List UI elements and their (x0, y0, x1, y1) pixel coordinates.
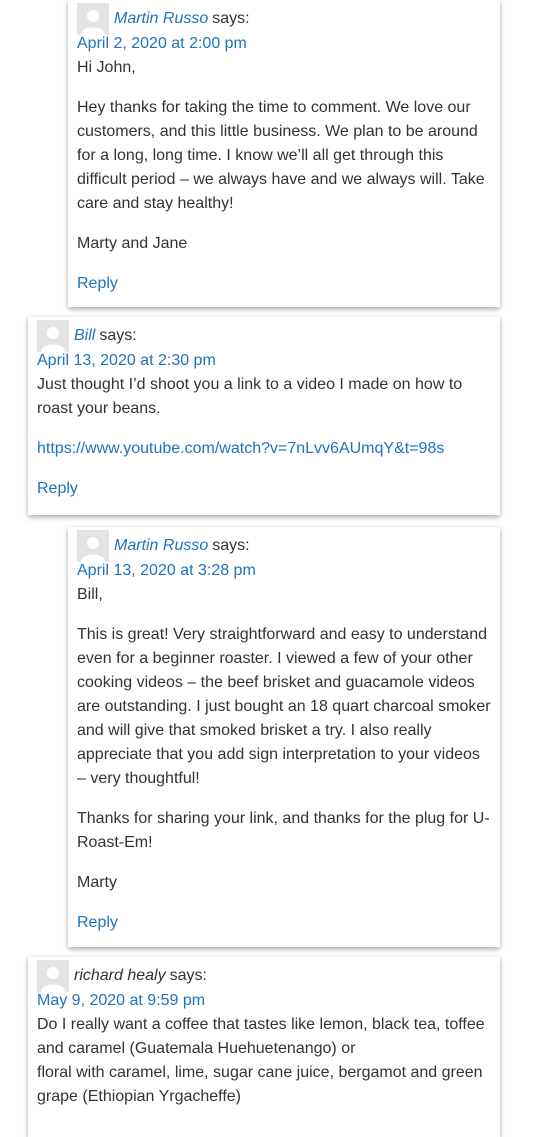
comment-card: Bill says: April 13, 2020 at 2:30 pm Jus… (28, 317, 500, 515)
comment-paragraph: Bill, (77, 586, 103, 603)
default-avatar-icon (77, 3, 109, 35)
video-link[interactable]: https://www.youtube.com/watch?v=7nLvv6AU… (37, 440, 444, 457)
reply-button[interactable]: Reply (37, 477, 491, 501)
comment-date-link[interactable]: April 2, 2020 at 2:00 pm (77, 32, 491, 56)
comment-date-link[interactable]: May 9, 2020 at 9:59 pm (37, 989, 491, 1013)
reply-button[interactable]: Reply (77, 911, 491, 935)
says-label: says: (212, 537, 250, 554)
comment-body: Bill, This is great! Very straightforwar… (77, 583, 491, 895)
comment-paragraph: Hey thanks for taking the time to commen… (77, 99, 485, 212)
comment-paragraph: floral with caramel, lime, sugar cane ju… (37, 1064, 483, 1105)
comment-paragraph: Thanks for sharing your link, and thanks… (77, 810, 490, 851)
comment-paragraph: Marty and Jane (77, 235, 188, 252)
comment-author-link[interactable]: Martin Russo (114, 537, 208, 555)
comment-paragraph: Do I really want a coffee that tastes li… (37, 1016, 485, 1057)
comment-body: Do I really want a coffee that tastes li… (37, 1013, 491, 1109)
comment-paragraph: Marty (77, 874, 117, 891)
comment-date-link[interactable]: April 13, 2020 at 2:30 pm (37, 349, 491, 373)
comment-author-name: richard healy (74, 967, 166, 984)
comment-date-link[interactable]: April 13, 2020 at 3:28 pm (77, 559, 491, 583)
default-avatar-icon (37, 960, 69, 992)
reply-button[interactable]: Reply (77, 272, 491, 296)
comment-paragraph: Just thought I’d shoot you a link to a v… (37, 376, 463, 417)
comment-paragraph: Hi John, (77, 59, 136, 76)
comment-author-link[interactable]: Martin Russo (114, 10, 208, 28)
comment-card: richard healy says: May 9, 2020 at 9:59 … (28, 957, 500, 1137)
comment-card: Martin Russo says: April 2, 2020 at 2:00… (68, 0, 500, 307)
says-label: says: (169, 967, 207, 984)
says-label: says: (99, 327, 137, 344)
comment-author-link[interactable]: Bill (74, 327, 95, 345)
comment-body: Hi John, Hey thanks for taking the time … (77, 56, 491, 256)
comment-paragraph: https://www.youtube.com/watch?v=7nLvv6AU… (37, 437, 491, 461)
comment-body: Just thought I’d shoot you a link to a v… (37, 373, 491, 461)
default-avatar-icon (77, 530, 109, 562)
says-label: says: (212, 10, 250, 27)
default-avatar-icon (37, 320, 69, 352)
comment-card: Martin Russo says: April 13, 2020 at 3:2… (68, 527, 500, 947)
comment-paragraph: This is great! Very straightforward and … (77, 626, 491, 787)
